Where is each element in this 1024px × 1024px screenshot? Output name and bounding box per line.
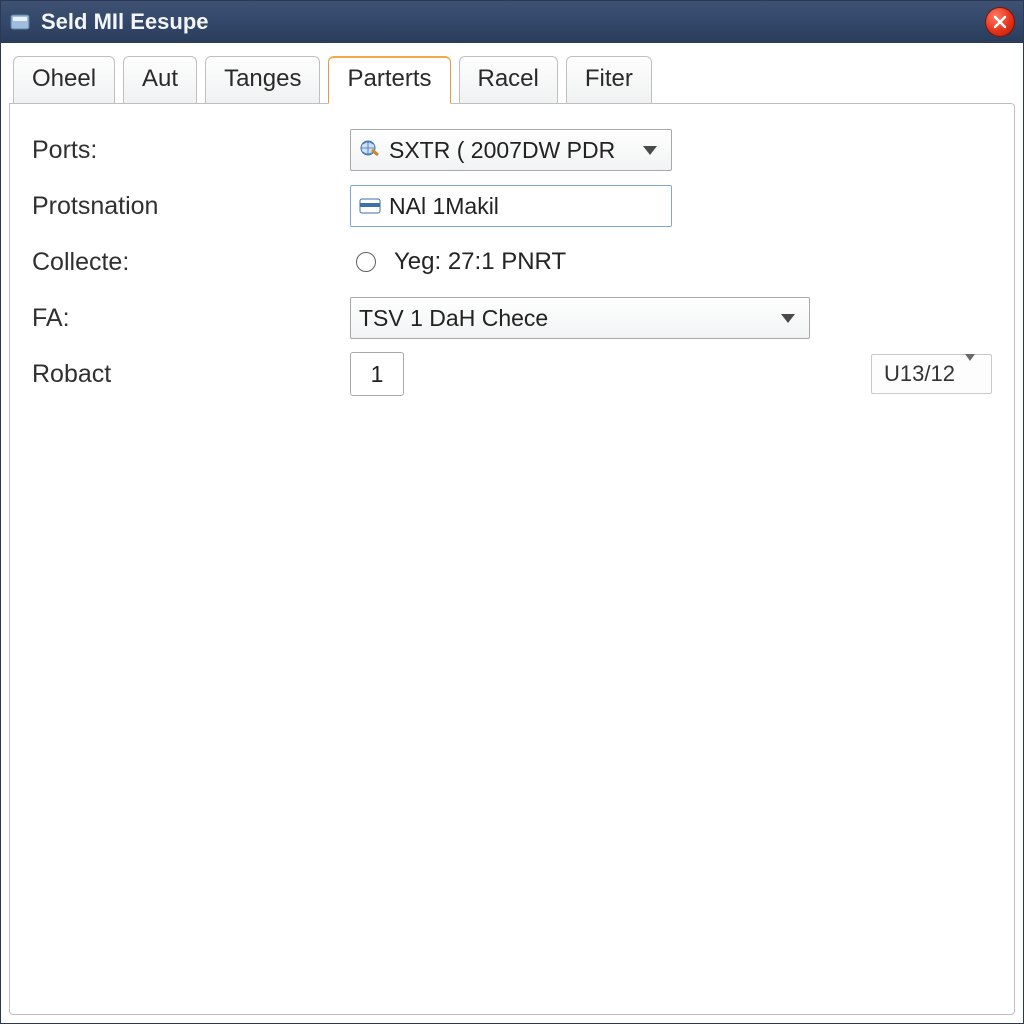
label-protsnation: Protsnation (32, 192, 350, 221)
card-icon (359, 197, 381, 215)
client-area: Oheel Aut Tanges Parterts Racel Fiter Po… (1, 43, 1023, 1023)
protsnation-value: NAl 1Makil (389, 193, 499, 220)
collecte-radio[interactable] (356, 252, 376, 272)
label-fa: FA: (32, 304, 350, 333)
tab-parterts[interactable]: Parterts (328, 56, 450, 104)
tab-oheel[interactable]: Oheel (13, 56, 115, 104)
app-icon (7, 9, 33, 35)
robact-count-value: 1 (371, 361, 384, 388)
fa-value: TSV 1 DaH Chece (359, 305, 775, 332)
globe-wrench-icon (359, 139, 381, 161)
tab-panel-parterts: Ports: SXTR ( 2007DW PDR (9, 103, 1015, 1015)
fa-combobox[interactable]: TSV 1 DaH Chece (350, 297, 810, 339)
chevron-down-icon (637, 146, 663, 155)
row-robact: Robact 1 U13/12 (32, 346, 992, 402)
ports-combobox[interactable]: SXTR ( 2007DW PDR (350, 129, 672, 171)
label-robact: Robact (32, 360, 350, 389)
label-ports: Ports: (32, 136, 350, 165)
chevron-down-icon (775, 314, 801, 323)
ports-value: SXTR ( 2007DW PDR (389, 137, 637, 164)
robact-unit-value: U13/12 (884, 361, 955, 387)
tab-racel[interactable]: Racel (459, 56, 558, 104)
robact-count-input[interactable]: 1 (350, 352, 404, 396)
titlebar: Seld MIl Eesupe (1, 1, 1023, 43)
collecte-radio-label: Yeg: 27:1 PNRT (394, 248, 566, 276)
close-button[interactable] (985, 7, 1015, 37)
row-ports: Ports: SXTR ( 2007DW PDR (32, 122, 992, 178)
tab-aut[interactable]: Aut (123, 56, 197, 104)
tab-tanges[interactable]: Tanges (205, 56, 320, 104)
chevron-down-icon (965, 361, 983, 387)
tabstrip: Oheel Aut Tanges Parterts Racel Fiter (9, 55, 1015, 103)
row-fa: FA: TSV 1 DaH Chece (32, 290, 992, 346)
protsnation-field[interactable]: NAl 1Makil (350, 185, 672, 227)
robact-unit-combobox[interactable]: U13/12 (871, 354, 992, 394)
label-collecte: Collecte: (32, 248, 350, 277)
row-collecte: Collecte: Yeg: 27:1 PNRT (32, 234, 992, 290)
dialog-window: Seld MIl Eesupe Oheel Aut Tanges Partert… (0, 0, 1024, 1024)
close-icon (993, 15, 1007, 29)
window-title: Seld MIl Eesupe (41, 9, 985, 35)
row-protsnation: Protsnation NAl 1Makil (32, 178, 992, 234)
tab-fiter[interactable]: Fiter (566, 56, 652, 104)
